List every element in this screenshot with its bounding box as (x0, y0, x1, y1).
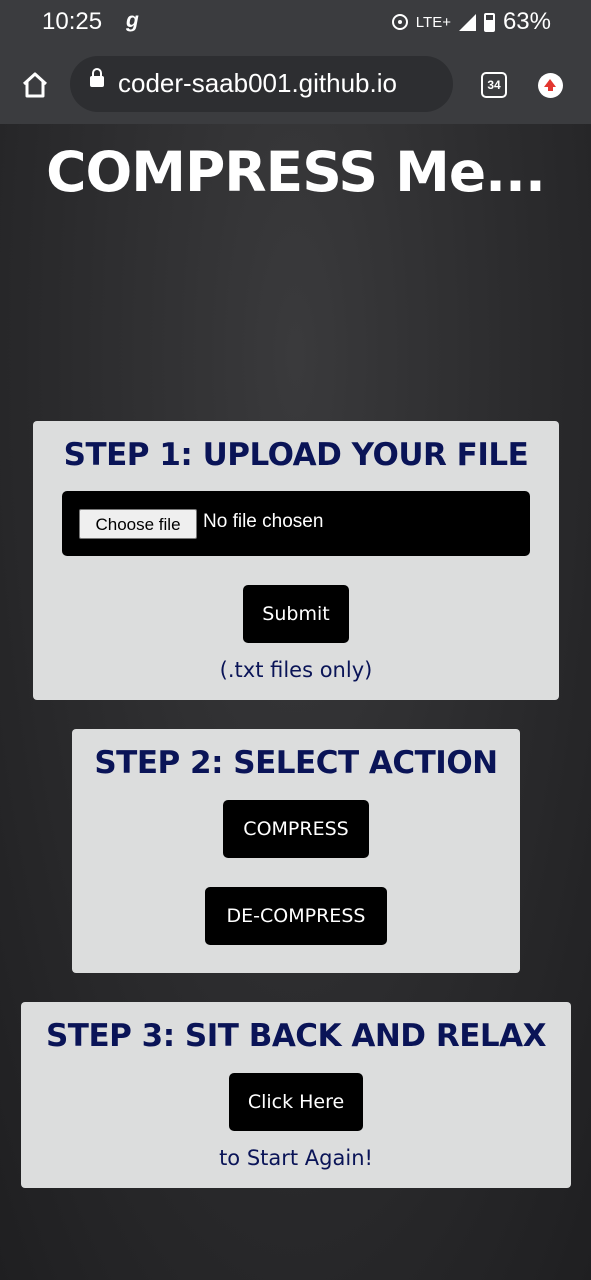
file-status: No file chosen (203, 511, 324, 532)
address-bar[interactable]: coder-saab001.github.io (70, 56, 453, 112)
page-title: COMPRESS Me... (46, 140, 546, 204)
status-bar: 10:25 g LTE+ 63% (0, 0, 591, 46)
start-again-note: to Start Again! (219, 1146, 373, 1170)
submit-button[interactable]: Submit (243, 585, 349, 643)
status-right: LTE+ 63% (391, 8, 551, 36)
battery-level: 63% (502, 8, 551, 35)
tab-switcher-button[interactable]: 34 (481, 72, 507, 98)
file-type-note: (.txt files only) (219, 658, 373, 682)
start-again-button[interactable]: Click Here (229, 1073, 363, 1131)
update-icon[interactable] (538, 73, 563, 98)
web-page: COMPRESS Me... STEP 1: UPLOAD YOUR FILE … (0, 124, 591, 1280)
home-icon[interactable] (20, 70, 50, 100)
file-input[interactable]: Choose file No file chosen (62, 491, 530, 556)
step3-heading: STEP 3: SIT BACK AND RELAX (45, 1018, 547, 1054)
step1-heading: STEP 1: UPLOAD YOUR FILE (63, 437, 529, 473)
url-text: coder-saab001.github.io (118, 68, 397, 98)
step2-card: STEP 2: SELECT ACTION COMPRESS DE-COMPRE… (72, 729, 520, 973)
choose-file-button[interactable]: Choose file (79, 509, 197, 539)
network-type: LTE+ (415, 13, 451, 31)
step1-card: STEP 1: UPLOAD YOUR FILE Choose file No … (33, 421, 559, 700)
signal-icon (458, 13, 476, 31)
compress-button[interactable]: COMPRESS (223, 800, 369, 858)
decompress-button[interactable]: DE-COMPRESS (205, 887, 387, 945)
hotspot-icon (391, 14, 408, 30)
lock-icon (90, 68, 104, 87)
status-time: 10:25 (42, 8, 103, 35)
app-notification-icon: g (126, 9, 139, 32)
browser-toolbar: coder-saab001.github.io 34 (0, 46, 591, 124)
battery-icon (483, 12, 495, 32)
step3-card: STEP 3: SIT BACK AND RELAX Click Here to… (21, 1002, 571, 1188)
step2-heading: STEP 2: SELECT ACTION (94, 745, 498, 781)
